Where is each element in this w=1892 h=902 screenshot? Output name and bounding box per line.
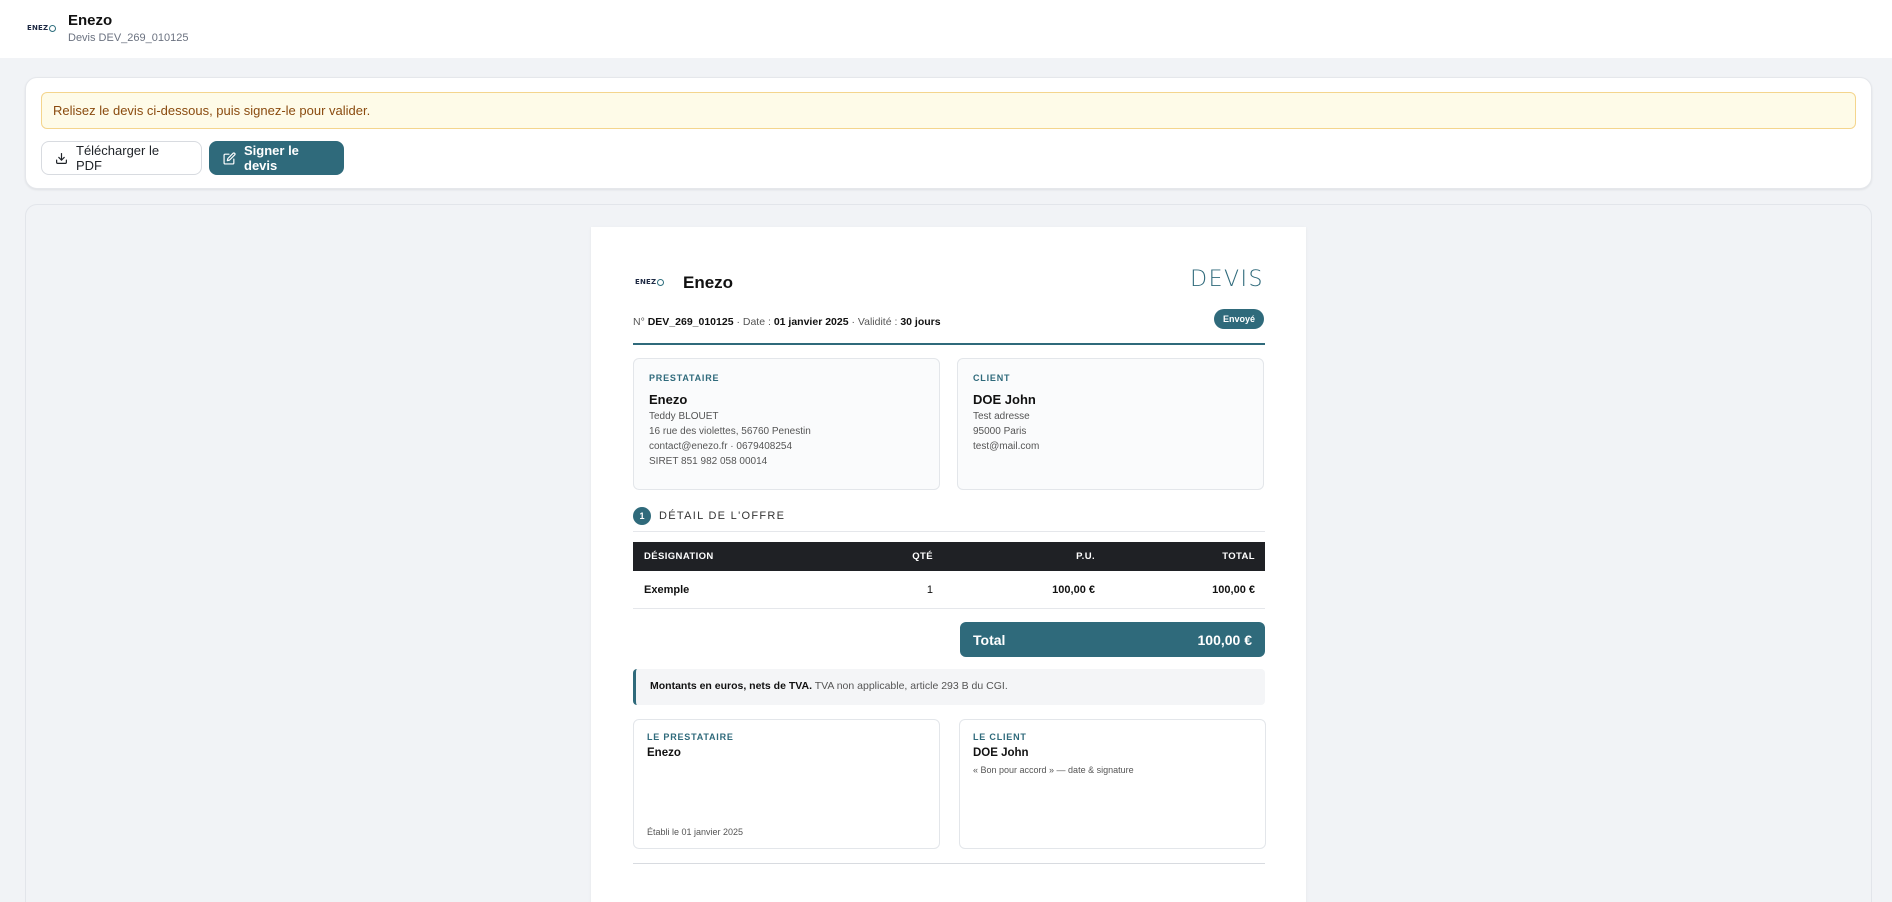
section-number: 1 bbox=[633, 507, 651, 525]
provider-signature-name: Enezo bbox=[647, 747, 681, 759]
client-city: 95000 Paris bbox=[973, 426, 1027, 437]
grand-total: Total 100,00 € bbox=[960, 622, 1265, 657]
provider-label: PRESTATAIRE bbox=[649, 373, 720, 383]
download-icon bbox=[56, 152, 67, 164]
client-email: test@mail.com bbox=[973, 441, 1040, 452]
client-signature-name: DOE John bbox=[973, 747, 1029, 759]
validity-label: · Validité : bbox=[851, 316, 898, 328]
provider-signature-box: LE PRESTATAIRE Enezo Établi le 01 janvie… bbox=[633, 719, 940, 849]
company-name: Enezo bbox=[68, 12, 113, 29]
vat-note: Montants en euros, nets de TVA. TVA non … bbox=[633, 669, 1265, 705]
client-card: CLIENT DOE John Test adresse 95000 Paris… bbox=[957, 358, 1264, 490]
document-company-name: Enezo bbox=[683, 273, 734, 292]
document-logo: ENEZ bbox=[635, 278, 665, 286]
document-preview[interactable]: ENEZ Enezo DEVIS N° DEV_269_010125 · Dat… bbox=[25, 204, 1872, 902]
top-header: ENEZ Enezo Devis DEV_269_010125 bbox=[0, 0, 1892, 58]
client-signature-label: LE CLIENT bbox=[973, 732, 1027, 742]
vat-note-bold: Montants en euros, nets de TVA. bbox=[650, 680, 812, 692]
client-address: Test adresse bbox=[973, 411, 1030, 422]
document-logo-text: ENEZ bbox=[635, 278, 657, 286]
footer-divider bbox=[633, 863, 1265, 864]
client-name: DOE John bbox=[973, 392, 1036, 407]
header-quantity: QTÉ bbox=[912, 551, 933, 562]
status-badge: Envoyé bbox=[1213, 309, 1264, 329]
provider-name: Enezo bbox=[649, 392, 688, 407]
sign-quote-label: Signer le devis bbox=[244, 143, 299, 173]
edit-icon bbox=[223, 151, 236, 165]
section-divider bbox=[633, 531, 1265, 532]
logo-ring-icon bbox=[657, 278, 665, 286]
client-signature-box: LE CLIENT DOE John « Bon pour accord » —… bbox=[959, 719, 1266, 849]
provider-card: PRESTATAIRE Enezo Teddy BLOUET 16 rue de… bbox=[633, 358, 940, 490]
row-quantity: 1 bbox=[926, 583, 933, 596]
row-total: 100,00 € bbox=[1212, 583, 1255, 596]
table-header: DÉSIGNATION QTÉ P.U. TOTAL bbox=[633, 542, 1265, 571]
quote-validity: 30 jours bbox=[900, 316, 941, 328]
review-notice: Relisez le devis ci-dessous, puis signez… bbox=[41, 92, 1856, 129]
total-value: 100,00 € bbox=[1197, 631, 1253, 648]
header-divider bbox=[633, 343, 1265, 345]
header-unit-price: P.U. bbox=[1076, 551, 1095, 562]
download-pdf-label: Télécharger le PDF bbox=[76, 143, 160, 173]
header-designation: DÉSIGNATION bbox=[644, 551, 714, 562]
logo-ring-icon bbox=[49, 24, 57, 32]
issue-date: Établi le 01 janvier 2025 bbox=[647, 827, 744, 837]
quote-date: 01 janvier 2025 bbox=[773, 316, 849, 328]
quote-meta: N° DEV_269_010125 · Date : 01 janvier 20… bbox=[633, 316, 941, 328]
client-label: CLIENT bbox=[973, 373, 1011, 383]
total-label: Total bbox=[973, 631, 1006, 648]
provider-siret: SIRET 851 982 058 00014 bbox=[649, 456, 768, 467]
quote-number: DEV_269_010125 bbox=[647, 316, 734, 328]
section-title: DÉTAIL DE L'OFFRE bbox=[659, 510, 786, 522]
provider-email-phone: contact@enezo.fr · 0679408254 bbox=[649, 441, 793, 452]
download-pdf-button[interactable]: Télécharger le PDF bbox=[41, 141, 202, 175]
row-unit-price: 100,00 € bbox=[1052, 583, 1095, 596]
document-title: DEVIS bbox=[1190, 267, 1264, 292]
provider-address: 16 rue des violettes, 56760 Penestin bbox=[649, 426, 811, 437]
quote-sheet: ENEZ Enezo DEVIS N° DEV_269_010125 · Dat… bbox=[591, 227, 1306, 902]
vat-note-text: TVA non applicable, article 293 B du CGI… bbox=[814, 680, 1008, 692]
quote-subtitle: Devis DEV_269_010125 bbox=[68, 32, 189, 44]
enezo-logo: ENEZ bbox=[27, 22, 57, 34]
provider-contact-name: Teddy BLOUET bbox=[649, 411, 719, 422]
approval-note: « Bon pour accord » — date & signature bbox=[973, 765, 1134, 775]
offer-section-heading: 1 DÉTAIL DE L'OFFRE bbox=[633, 507, 785, 525]
row-designation: Exemple bbox=[644, 583, 690, 596]
sign-quote-button[interactable]: Signer le devis bbox=[209, 141, 344, 175]
table-row: Exemple 1 100,00 € 100,00 € bbox=[633, 571, 1265, 609]
provider-signature-label: LE PRESTATAIRE bbox=[647, 732, 734, 742]
header-total: TOTAL bbox=[1222, 551, 1255, 562]
date-label: · Date : bbox=[736, 316, 771, 328]
number-label: N° bbox=[633, 316, 645, 328]
action-card: Relisez le devis ci-dessous, puis signez… bbox=[25, 77, 1872, 189]
logo-text: ENEZ bbox=[27, 24, 49, 32]
